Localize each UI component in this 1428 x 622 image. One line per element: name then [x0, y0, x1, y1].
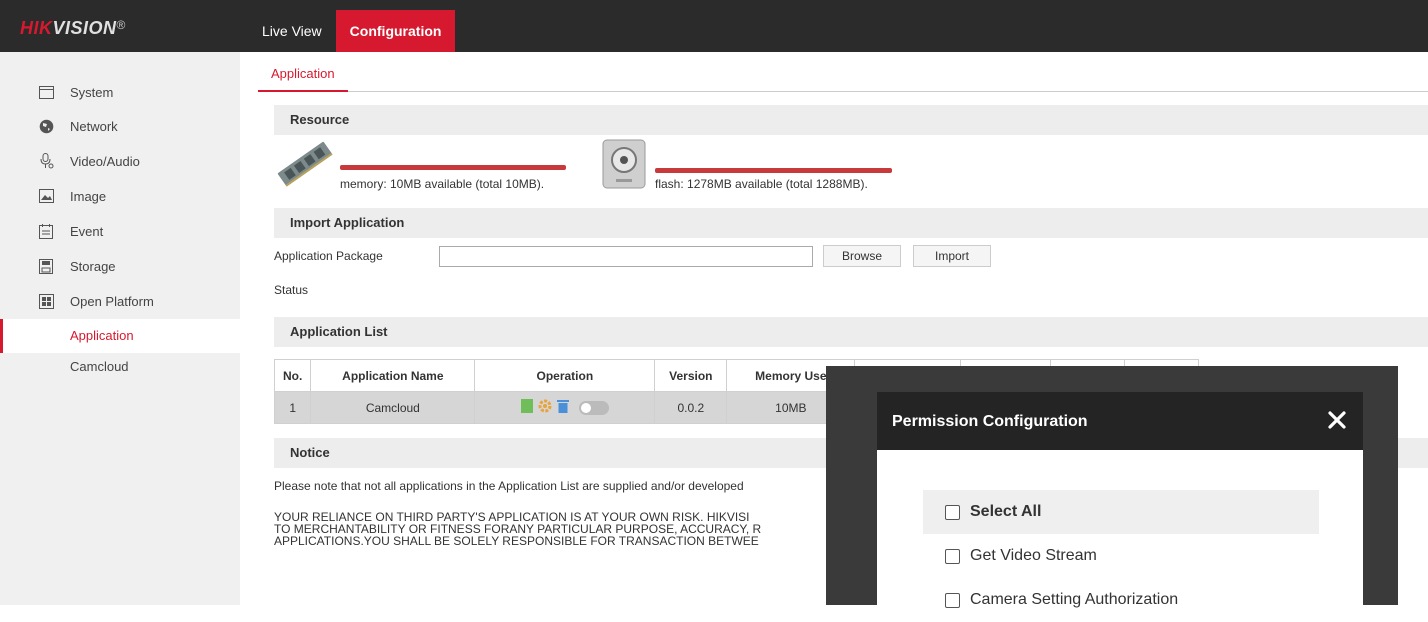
sidebar-item-network[interactable]: Network	[38, 114, 118, 138]
cell-no: 1	[273, 391, 312, 424]
sidebar-item-system[interactable]: System	[38, 80, 113, 104]
col-application-name: Application Name	[310, 359, 476, 392]
permission-configuration-dialog: Permission Configuration Select All Get …	[877, 392, 1363, 608]
memory-chip-icon	[275, 140, 335, 191]
col-version: Version	[654, 359, 728, 392]
flash-usage-bar	[655, 168, 892, 173]
sidebar-item-camcloud[interactable]: Camcloud	[0, 350, 240, 384]
enable-toggle[interactable]	[578, 400, 609, 415]
application-package-input[interactable]	[439, 246, 813, 267]
import-button[interactable]: Import	[913, 245, 991, 267]
top-bar: HIKVISION® Live View Configuration	[0, 0, 1428, 52]
subtab-application[interactable]: Application	[258, 64, 348, 92]
top-nav: Live View Configuration	[248, 10, 456, 52]
checkbox-icon[interactable]	[945, 592, 960, 608]
application-package-label: Application Package	[274, 249, 383, 263]
tab-live-view[interactable]: Live View	[248, 10, 336, 52]
memory-info: memory: 10MB available (total 10MB).	[340, 177, 545, 191]
section-application-list: Application List	[274, 317, 1428, 347]
cell-operation	[474, 391, 656, 424]
close-icon[interactable]	[1325, 408, 1349, 432]
delete-trash-icon[interactable]	[556, 399, 569, 416]
hikvision-logo: HIKVISION®	[20, 18, 126, 38]
col-operation: Operation	[474, 359, 656, 392]
platform-icon	[38, 293, 54, 309]
section-import-application: Import Application	[274, 208, 1428, 238]
sidebar-item-video-audio[interactable]: Video/Audio	[38, 149, 140, 173]
section-resource: Resource	[274, 105, 1428, 135]
sidebar-item-event[interactable]: Event	[38, 219, 103, 243]
settings-gear-icon[interactable]	[537, 398, 553, 417]
col-no: No.	[273, 359, 312, 392]
tab-configuration[interactable]: Configuration	[335, 10, 456, 52]
checkbox-icon[interactable]	[945, 548, 960, 564]
get-video-stream-checkbox[interactable]: Get Video Stream	[923, 534, 1319, 578]
sidebar-item-storage[interactable]: Storage	[38, 254, 116, 278]
status-label: Status	[274, 283, 309, 297]
browse-button[interactable]: Browse	[823, 245, 901, 267]
calendar-icon	[38, 223, 54, 239]
sidebar-item-open-platform[interactable]: Open Platform	[38, 289, 154, 313]
sidebar-item-application[interactable]: Application	[0, 319, 240, 353]
notice-text-1: Please note that not all applications in…	[274, 479, 744, 493]
memory-usage-bar	[340, 165, 566, 170]
sidebar: System Network Video/Audio Image Event S…	[0, 52, 240, 605]
image-icon	[38, 188, 54, 204]
sidebar-item-image[interactable]: Image	[38, 184, 106, 208]
flash-info: flash: 1278MB available (total 1288MB).	[655, 177, 868, 191]
toggle-knob	[580, 402, 591, 413]
flash-disk-icon	[602, 139, 646, 192]
start-app-icon[interactable]	[520, 399, 533, 416]
notice-text-4: APPLICATIONS.YOU SHALL BE SOLELY RESPONS…	[274, 534, 759, 548]
monitor-icon	[38, 84, 54, 100]
subtab-bar: Application	[258, 64, 1428, 92]
checkbox-icon[interactable]	[945, 504, 960, 520]
storage-icon	[38, 258, 54, 274]
cell-version: 0.0.2	[654, 391, 728, 424]
select-all-checkbox[interactable]: Select All	[923, 490, 1319, 534]
cell-application-name: Camcloud	[310, 391, 476, 424]
dialog-title: Permission Configuration	[877, 392, 1363, 450]
globe-icon	[38, 118, 54, 134]
camera-setting-authorization-checkbox[interactable]: Camera Setting Authorization	[923, 578, 1319, 622]
microphone-icon	[38, 153, 54, 169]
